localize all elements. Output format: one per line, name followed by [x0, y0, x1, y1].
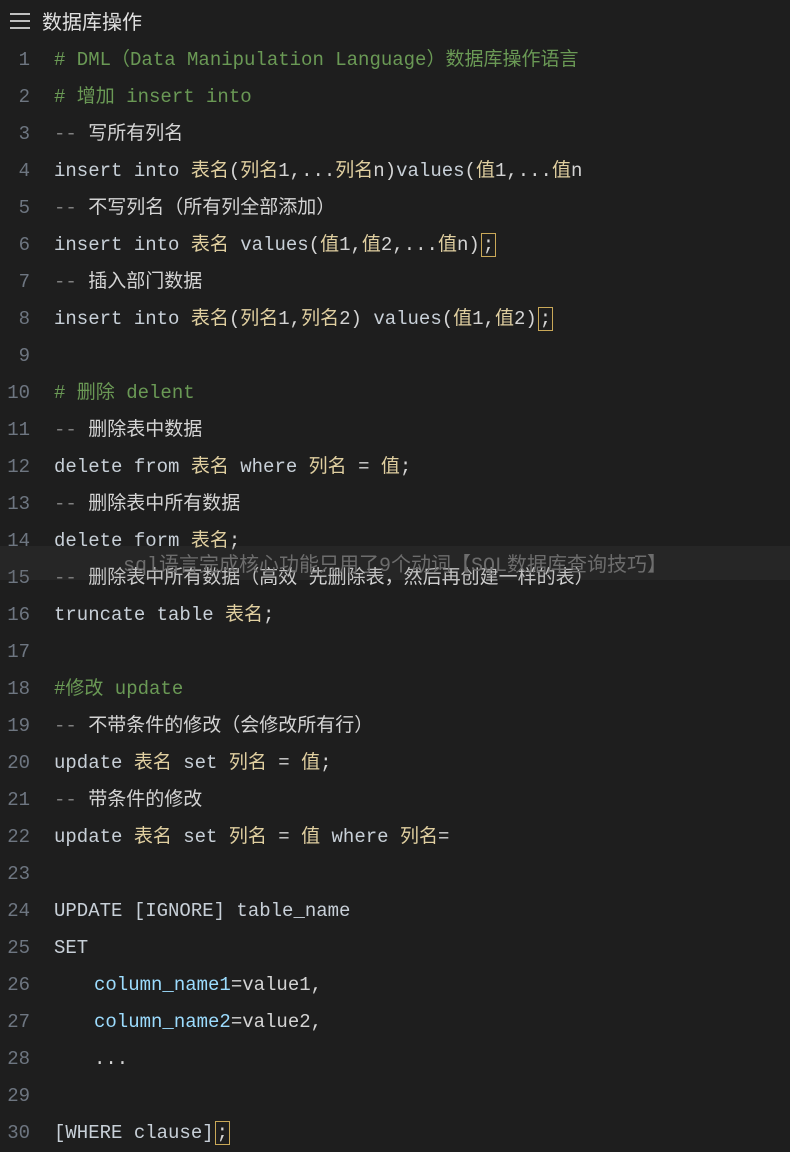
code-content[interactable]: column_name1=value1, — [54, 967, 790, 1004]
code-content[interactable]: #修改 update — [54, 671, 790, 708]
line-number: 13 — [0, 486, 54, 523]
line-number: 23 — [0, 856, 54, 893]
line-number: 29 — [0, 1078, 54, 1115]
code-content[interactable]: column_name2=value2, — [54, 1004, 790, 1041]
code-editor[interactable]: 1# DML（Data Manipulation Language）数据库操作语… — [0, 42, 790, 1152]
code-content[interactable]: UPDATE [IGNORE] table_name — [54, 893, 790, 930]
hamburger-menu-icon[interactable] — [10, 13, 30, 29]
code-content[interactable]: -- 删除表中所有数据 — [54, 486, 790, 523]
line-number: 5 — [0, 190, 54, 227]
code-line[interactable]: 28... — [0, 1041, 790, 1078]
code-line[interactable]: 12delete from 表名 where 列名 = 值; — [0, 449, 790, 486]
line-number: 18 — [0, 671, 54, 708]
code-line[interactable]: 11-- 删除表中数据 — [0, 412, 790, 449]
code-line[interactable]: 27column_name2=value2, — [0, 1004, 790, 1041]
code-content[interactable]: # 增加 insert into — [54, 79, 790, 116]
code-line[interactable]: 4insert into 表名(列名1,...列名n)values(值1,...… — [0, 153, 790, 190]
line-number: 2 — [0, 79, 54, 116]
code-line[interactable]: 24UPDATE [IGNORE] table_name — [0, 893, 790, 930]
code-line[interactable]: 17 — [0, 634, 790, 671]
code-content[interactable]: truncate table 表名; — [54, 597, 790, 634]
code-content[interactable]: update 表名 set 列名 = 值; — [54, 745, 790, 782]
code-line[interactable]: 1# DML（Data Manipulation Language）数据库操作语… — [0, 42, 790, 79]
line-number: 28 — [0, 1041, 54, 1078]
code-content[interactable]: -- 不带条件的修改（会修改所有行） — [54, 708, 790, 745]
code-line[interactable]: 9 — [0, 338, 790, 375]
code-line[interactable]: 19-- 不带条件的修改（会修改所有行） — [0, 708, 790, 745]
line-number: 20 — [0, 745, 54, 782]
line-number: 1 — [0, 42, 54, 79]
code-content[interactable]: -- 插入部门数据 — [54, 264, 790, 301]
code-line[interactable]: 18#修改 update — [0, 671, 790, 708]
code-content[interactable]: # DML（Data Manipulation Language）数据库操作语言 — [54, 42, 790, 79]
line-number: 22 — [0, 819, 54, 856]
code-content[interactable]: delete from 表名 where 列名 = 值; — [54, 449, 790, 486]
code-content[interactable]: -- 写所有列名 — [54, 116, 790, 153]
code-line[interactable]: 30[WHERE clause]; — [0, 1115, 790, 1152]
code-line[interactable]: 10# 删除 delent — [0, 375, 790, 412]
line-number: 6 — [0, 227, 54, 264]
code-content[interactable]: SET — [54, 930, 790, 967]
line-number: 10 — [0, 375, 54, 412]
line-number: 7 — [0, 264, 54, 301]
code-content[interactable]: [WHERE clause]; — [54, 1115, 790, 1152]
line-number: 27 — [0, 1004, 54, 1041]
code-line[interactable]: 25SET — [0, 930, 790, 967]
code-content[interactable]: insert into 表名(列名1,列名2) values(值1,值2); — [54, 301, 790, 338]
line-number: 26 — [0, 967, 54, 1004]
code-line[interactable]: 7-- 插入部门数据 — [0, 264, 790, 301]
cursor-highlight: ; — [481, 233, 496, 257]
code-line[interactable]: 8insert into 表名(列名1,列名2) values(值1,值2); — [0, 301, 790, 338]
line-number: 12 — [0, 449, 54, 486]
code-content[interactable]: insert into 表名 values(值1,值2,...值n); — [54, 227, 790, 264]
code-line[interactable]: 16truncate table 表名; — [0, 597, 790, 634]
code-line[interactable]: 21-- 带条件的修改 — [0, 782, 790, 819]
code-content[interactable]: ... — [54, 1041, 790, 1078]
code-content[interactable]: update 表名 set 列名 = 值 where 列名= — [54, 819, 790, 856]
line-number: 21 — [0, 782, 54, 819]
code-line[interactable]: 22update 表名 set 列名 = 值 where 列名= — [0, 819, 790, 856]
line-number: 16 — [0, 597, 54, 634]
code-line[interactable]: 26column_name1=value1, — [0, 967, 790, 1004]
line-number: 4 — [0, 153, 54, 190]
line-number: 8 — [0, 301, 54, 338]
cursor-highlight: ; — [538, 307, 553, 331]
code-line[interactable]: 13-- 删除表中所有数据 — [0, 486, 790, 523]
line-number: 9 — [0, 338, 54, 375]
code-line[interactable]: 3-- 写所有列名 — [0, 116, 790, 153]
file-title: 数据库操作 — [42, 6, 142, 36]
code-line[interactable]: 20update 表名 set 列名 = 值; — [0, 745, 790, 782]
watermark-text: sql语言完成核心功能只用了9个动词【SQL数据库查询技巧】 — [0, 546, 790, 580]
code-line[interactable]: 5-- 不写列名（所有列全部添加） — [0, 190, 790, 227]
line-number: 3 — [0, 116, 54, 153]
code-line[interactable]: 2# 增加 insert into — [0, 79, 790, 116]
editor-header: 数据库操作 — [0, 0, 790, 42]
line-number: 25 — [0, 930, 54, 967]
code-content[interactable]: -- 带条件的修改 — [54, 782, 790, 819]
code-line[interactable]: 23 — [0, 856, 790, 893]
line-number: 24 — [0, 893, 54, 930]
code-content[interactable]: # 删除 delent — [54, 375, 790, 412]
line-number: 19 — [0, 708, 54, 745]
code-line[interactable]: 29 — [0, 1078, 790, 1115]
line-number: 11 — [0, 412, 54, 449]
code-line[interactable]: 6insert into 表名 values(值1,值2,...值n); — [0, 227, 790, 264]
line-number: 30 — [0, 1115, 54, 1152]
code-content[interactable]: -- 删除表中数据 — [54, 412, 790, 449]
cursor-highlight: ; — [215, 1121, 230, 1145]
line-number: 17 — [0, 634, 54, 671]
code-content[interactable]: -- 不写列名（所有列全部添加） — [54, 190, 790, 227]
code-content[interactable]: insert into 表名(列名1,...列名n)values(值1,...值… — [54, 153, 790, 190]
